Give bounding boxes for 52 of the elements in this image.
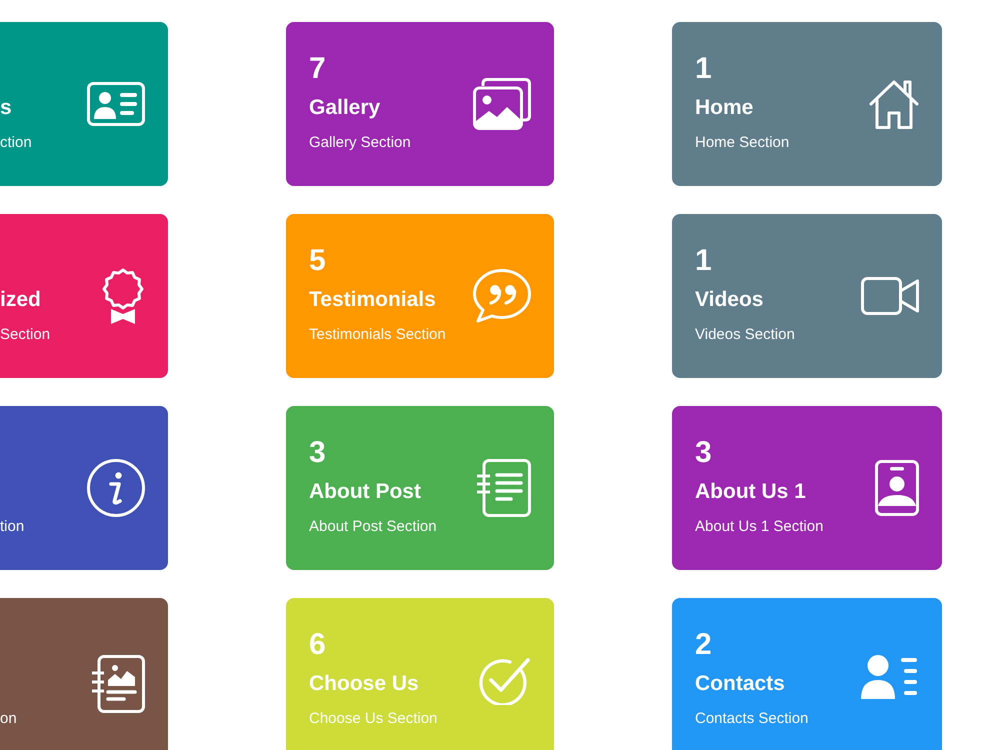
- section-count: 6: [309, 627, 327, 663]
- section-card[interactable]: 1 Videos Videos Section: [672, 214, 942, 378]
- section-card[interactable]: 7 Gallery Gallery Section: [286, 22, 554, 186]
- section-subtitle: Contacts Section: [695, 709, 808, 729]
- section-count: 1: [695, 243, 713, 279]
- info-icon: [87, 459, 145, 517]
- section-card[interactable]: 1 Home Home Section: [672, 22, 942, 186]
- video-camera-icon: [861, 277, 919, 315]
- section-title: About Us 1: [695, 479, 807, 505]
- section-title: ized: [0, 287, 42, 313]
- section-card[interactable]: on: [0, 598, 168, 750]
- section-title: s: [0, 95, 13, 121]
- section-card[interactable]: ized Section: [0, 214, 168, 378]
- section-card[interactable]: 3 About Post About Post Section: [286, 406, 554, 570]
- quote-bubble-icon: [473, 269, 531, 323]
- rosette-icon: [101, 268, 145, 324]
- section-count: 1: [695, 51, 713, 87]
- section-title: Videos: [695, 287, 764, 313]
- section-subtitle: Section: [0, 325, 50, 345]
- section-title: Testimonials: [309, 287, 437, 313]
- contacts-icon: [861, 655, 919, 699]
- home-icon: [869, 79, 919, 129]
- section-count: 7: [309, 51, 327, 87]
- section-card[interactable]: 2 Contacts Contacts Section: [672, 598, 942, 750]
- section-subtitle: Gallery Section: [309, 133, 411, 153]
- section-title: About Post: [309, 479, 422, 505]
- section-subtitle: Home Section: [695, 133, 790, 153]
- id-card-icon: [87, 82, 145, 126]
- section-title: Contacts: [695, 671, 786, 697]
- section-subtitle: Choose Us Section: [309, 709, 438, 729]
- id-badge-icon: [875, 460, 919, 516]
- check-circle-icon: [477, 655, 531, 705]
- section-count: 3: [309, 435, 327, 471]
- section-subtitle: on: [0, 709, 17, 729]
- section-title: Choose Us: [309, 671, 420, 697]
- section-subtitle: Testimonials Section: [309, 325, 446, 345]
- section-count: 2: [695, 627, 713, 663]
- section-subtitle: About Post Section: [309, 517, 437, 537]
- section-count: 3: [695, 435, 713, 471]
- section-subtitle: ction: [0, 133, 32, 153]
- section-title: Home: [695, 95, 754, 121]
- section-subtitle: About Us 1 Section: [695, 517, 824, 537]
- notebook-icon: [475, 459, 531, 517]
- section-subtitle: Videos Section: [695, 325, 795, 345]
- notebook-chart-icon: [91, 655, 145, 713]
- section-card[interactable]: 3 About Us 1 About Us 1 Section: [672, 406, 942, 570]
- section-subtitle: tion: [0, 517, 24, 537]
- section-card[interactable]: tion: [0, 406, 168, 570]
- section-title: Gallery: [309, 95, 382, 121]
- gallery-icon: [473, 78, 531, 130]
- section-card[interactable]: s ction: [0, 22, 168, 186]
- section-count: 5: [309, 243, 327, 279]
